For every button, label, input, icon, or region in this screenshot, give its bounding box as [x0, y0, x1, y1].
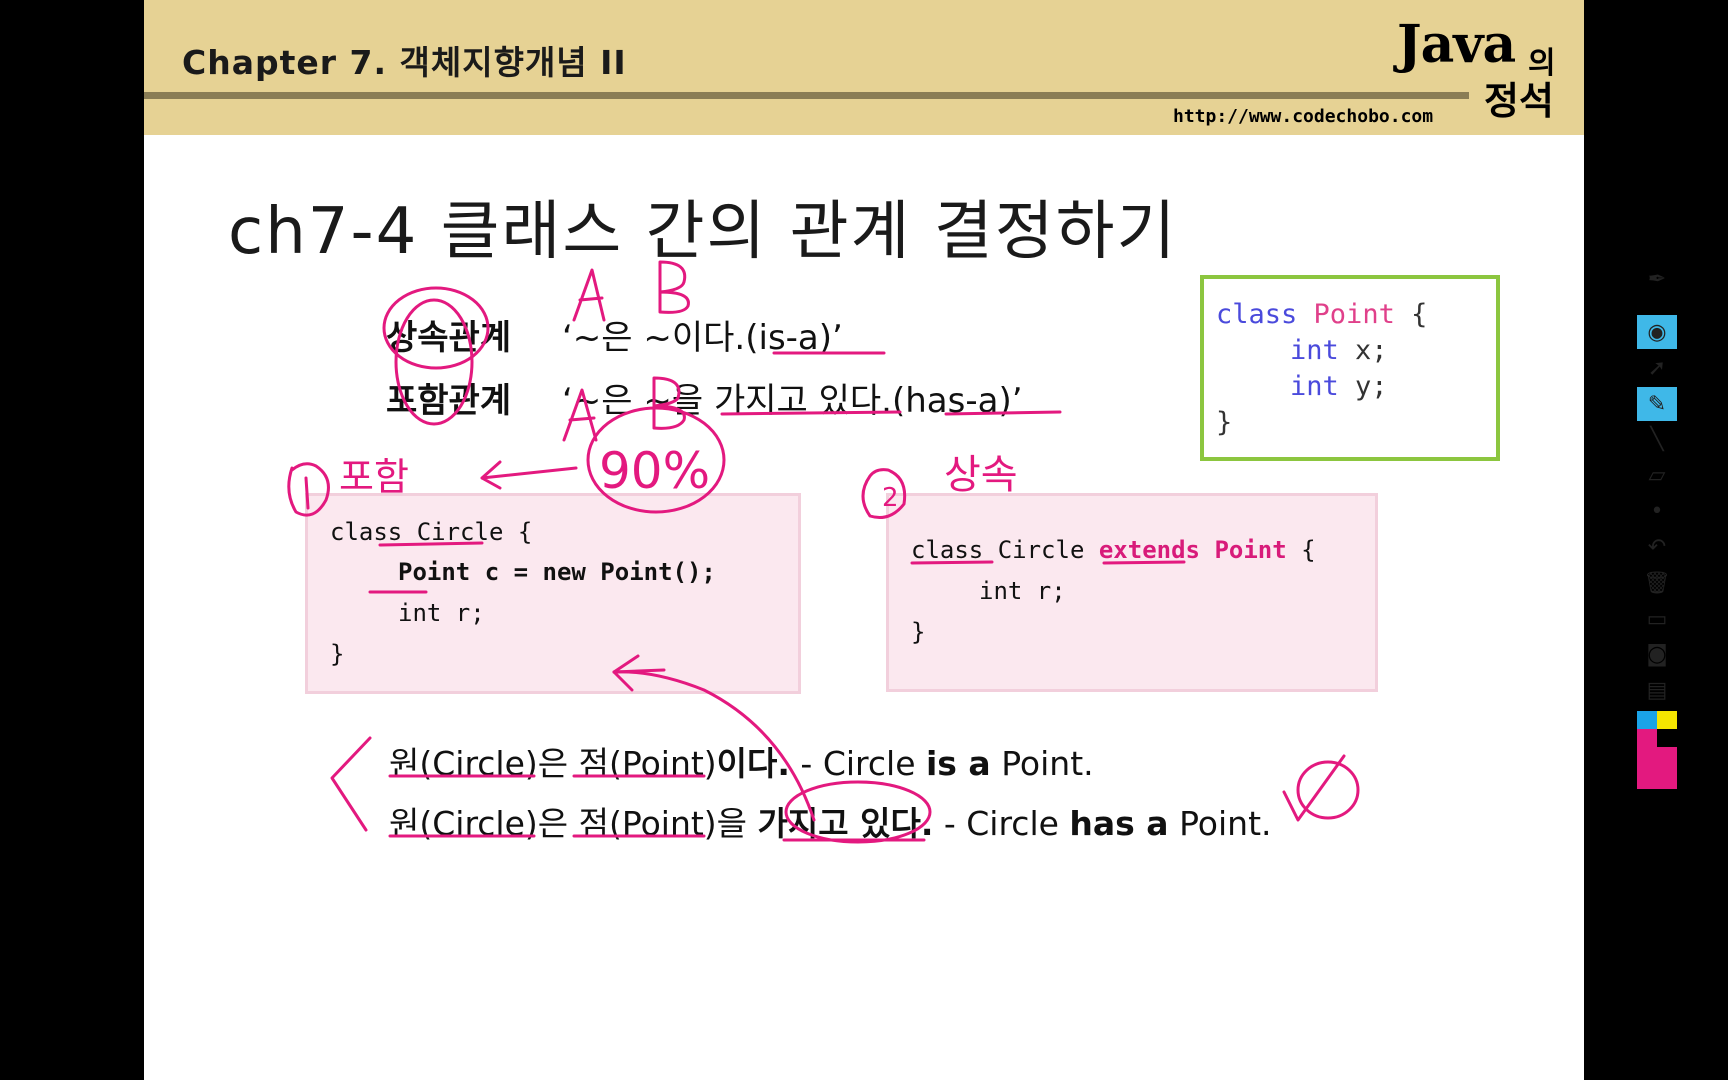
code-line: int r;: [398, 599, 485, 627]
color-swatch[interactable]: [1657, 729, 1677, 747]
slide: Chapter 7. 객체지향개념 II Java 의 정석 http://ww…: [144, 0, 1584, 1080]
logo-java: Java: [1397, 14, 1516, 75]
whiteboard-icon[interactable]: ▭: [1637, 602, 1677, 636]
stmt-en-bold: has a: [1069, 804, 1169, 843]
inheritance-code-box: class Circle extends Point { int r; }: [886, 493, 1378, 692]
logo-jeongseok: 정석: [1484, 79, 1554, 123]
ink-text-90: 90%: [599, 442, 710, 500]
clipboard-icon[interactable]: ▤: [1637, 673, 1677, 707]
code-brace: {: [1411, 299, 1428, 330]
site-url: http://www.codechobo.com: [1173, 106, 1434, 127]
stmt-en: - Circle: [789, 744, 926, 783]
highlighter-icon[interactable]: ✎: [1637, 387, 1677, 421]
stmt-ko: 원(Circle)은 점(Point): [389, 744, 717, 783]
color-palette[interactable]: [1637, 711, 1677, 789]
code-keyword: int: [1290, 335, 1339, 366]
pen-icon[interactable]: ✒: [1637, 262, 1677, 296]
code-line-highlight: Point c = new Point();: [398, 558, 716, 586]
code-line: int r;: [979, 577, 1066, 605]
ink-text-inheritance: 상속: [944, 452, 1018, 498]
drawing-toolbar: ✒ ◉ ➚ ✎ ╲ ▱ • ↶ 🗑 ▭ ◙ ▤: [1637, 262, 1677, 789]
header-rule: [144, 92, 1469, 99]
composition-label: 포함관계: [386, 381, 512, 421]
stmt-en: Point.: [990, 744, 1094, 783]
code-brace: }: [1216, 407, 1233, 438]
slide-header: Chapter 7. 객체지향개념 II Java 의 정석 http://ww…: [144, 0, 1584, 135]
code-text: class Circle: [911, 536, 1099, 564]
line-icon[interactable]: ╲: [1637, 422, 1677, 456]
dot-icon[interactable]: •: [1637, 494, 1677, 528]
code-line: }: [330, 640, 345, 668]
composition-desc: ‘~은 ~을 가지고 있다.(has-a)’: [562, 381, 1023, 421]
code-text: y;: [1355, 371, 1388, 402]
color-swatch[interactable]: [1657, 711, 1677, 729]
inheritance-desc: ‘~은 ~이다.(is-a)’: [562, 318, 843, 358]
point-class-code: class Point { int x; int y; }: [1200, 275, 1500, 461]
code-text: x;: [1355, 335, 1388, 366]
code-text: {: [1286, 536, 1316, 564]
undo-icon[interactable]: ↶: [1637, 530, 1677, 564]
code-class-name: Point: [1313, 299, 1395, 330]
eraser-icon[interactable]: ▱: [1637, 458, 1677, 492]
stmt-en: - Circle: [933, 804, 1070, 843]
color-swatch[interactable]: [1637, 711, 1657, 729]
code-keyword: class: [1216, 299, 1298, 330]
stmt-ko-bold: 이다.: [716, 744, 790, 783]
stmt-ko: 원(Circle)은 점(Point)을: [389, 804, 758, 843]
code-line: }: [911, 618, 926, 646]
slide-title: ch7-4 클래스 간의 관계 결정하기: [228, 195, 1178, 269]
stmt-en: Point.: [1168, 804, 1272, 843]
code-extends: extends Point: [1098, 536, 1287, 564]
color-swatch[interactable]: [1657, 747, 1677, 789]
has-a-statement: 원(Circle)은 점(Point)을 가지고 있다. - Circle ha…: [389, 797, 1272, 845]
composition-code-box: class Circle { Point c = new Point(); in…: [305, 493, 801, 694]
pointer-icon[interactable]: ➚: [1637, 351, 1677, 385]
camera-icon[interactable]: ◙: [1637, 637, 1677, 671]
stmt-en-bold: is a: [925, 744, 991, 783]
code-keyword: int: [1290, 371, 1339, 402]
stmt-ko-bold: 가지고 있다.: [757, 804, 934, 843]
inheritance-label: 상속관계: [386, 318, 512, 358]
color-swatch[interactable]: [1637, 729, 1657, 789]
code-line: class Circle {: [330, 518, 533, 546]
eye-icon[interactable]: ◉: [1637, 315, 1677, 349]
is-a-statement: 원(Circle)은 점(Point)이다. - Circle is a Poi…: [389, 737, 1094, 785]
chapter-title: Chapter 7. 객체지향개념 II: [182, 43, 627, 82]
trash-icon[interactable]: 🗑: [1637, 566, 1677, 600]
